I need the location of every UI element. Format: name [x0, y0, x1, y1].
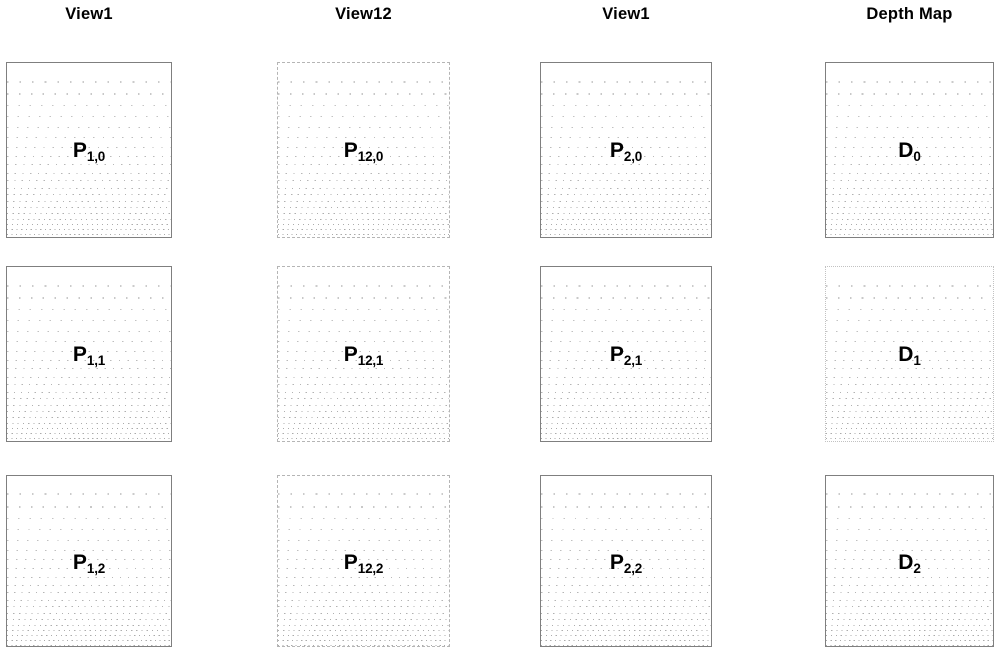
tile-label-subscript: 1,0	[86, 149, 106, 164]
image-tile-p-2-2: P2,2	[540, 475, 712, 647]
tile-label: P12,1	[278, 343, 449, 368]
column-header-1: View1	[65, 5, 113, 23]
image-tile-p-1-2: P1,2	[6, 475, 172, 647]
image-tile-p-12-0: P12,0	[277, 62, 450, 238]
column-header-3: View1	[602, 5, 650, 23]
tile-label-subscript: 2,2	[623, 561, 643, 576]
tile-label: D0	[826, 139, 993, 164]
image-tile-d-0: D0	[825, 62, 994, 238]
tile-label-subscript: 2,1	[623, 353, 643, 368]
tile-label: P1,1	[7, 343, 171, 368]
tile-label-subscript: 1,1	[86, 353, 106, 368]
tile-label-subscript: 2,0	[623, 149, 643, 164]
tile-label-subscript: 1	[913, 353, 921, 368]
image-tile-p-12-2: P12,2	[277, 475, 450, 647]
tile-label: D1	[826, 343, 993, 368]
image-tile-p-2-0: P2,0	[540, 62, 712, 238]
tile-label-subscript: 12,1	[357, 353, 384, 368]
tile-label-symbol: P	[609, 551, 624, 574]
image-tile-d-2: D2	[825, 475, 994, 647]
tile-label-symbol: P	[609, 343, 624, 366]
tile-label-subscript: 12,2	[357, 561, 384, 576]
tile-label-symbol: D	[898, 551, 914, 574]
tile-label-subscript: 0	[913, 149, 921, 164]
tile-label-symbol: P	[343, 551, 358, 574]
tile-label: P12,2	[278, 551, 449, 576]
image-tile-p-12-1: P12,1	[277, 266, 450, 442]
image-tile-p-1-0: P1,0	[6, 62, 172, 238]
tile-label-symbol: P	[72, 343, 87, 366]
tile-label-symbol: D	[898, 343, 914, 366]
tile-label-symbol: P	[343, 139, 358, 162]
tile-label: P12,0	[278, 139, 449, 164]
tile-label-symbol: P	[72, 139, 87, 162]
tile-label-symbol: P	[609, 139, 624, 162]
tile-label-symbol: P	[343, 343, 358, 366]
tile-label: P2,1	[541, 343, 711, 368]
tile-label: D2	[826, 551, 993, 576]
tile-label-symbol: P	[72, 551, 87, 574]
tile-label: P2,0	[541, 139, 711, 164]
column-header-4: Depth Map	[866, 5, 953, 23]
tile-label-subscript: 1,2	[86, 561, 106, 576]
tile-label-subscript: 2	[913, 561, 921, 576]
tile-label: P1,2	[7, 551, 171, 576]
column-header-2: View12	[335, 5, 392, 23]
tile-label: P1,0	[7, 139, 171, 164]
tile-label: P2,2	[541, 551, 711, 576]
tile-label-symbol: D	[898, 139, 914, 162]
figure-canvas: View1 View12 View1 Depth Map P1,0 P12,0 P2,0 D0…	[0, 0, 1000, 652]
image-tile-p-2-1: P2,1	[540, 266, 712, 442]
image-tile-p-1-1: P1,1	[6, 266, 172, 442]
tile-label-subscript: 12,0	[357, 149, 384, 164]
image-tile-d-1: D1	[825, 266, 994, 442]
